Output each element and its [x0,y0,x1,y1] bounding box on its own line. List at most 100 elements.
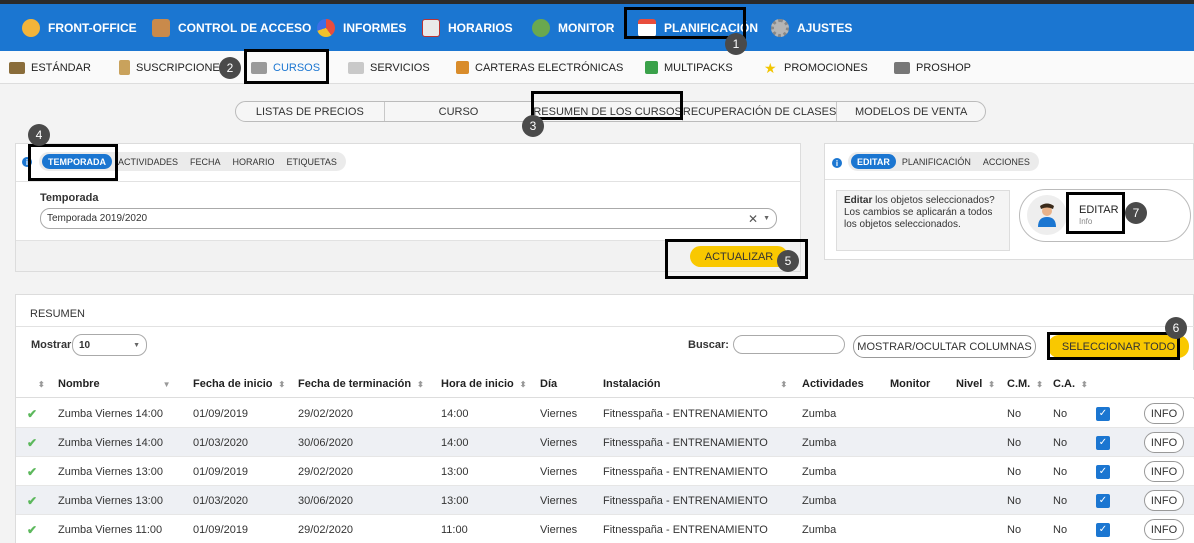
subnav-promociones[interactable]: ★ PROMOCIONES [764,51,868,84]
subnav-suscripciones[interactable]: SUSCRIPCIONES [119,51,227,84]
cell-actividad: Zumba [802,494,837,507]
annotation-badge-7: 7 [1125,202,1147,224]
tab-acciones[interactable]: ACCIONES [977,154,1036,169]
cell-nombre: Zumba Viernes 14:00 [58,436,163,449]
cell-ca: No [1053,407,1068,420]
subnav-multipacks[interactable]: MULTIPACKS [645,51,733,84]
cell-instalacion: Fitnesspaña - ENTRENAMIENTO [603,494,768,507]
info-button[interactable]: INFO [1144,461,1184,482]
info-button[interactable]: INFO [1144,490,1184,511]
tab-fecha[interactable]: FECHA [184,154,227,169]
search-input[interactable] [733,335,845,354]
courses-icon [251,61,267,74]
tab-listas-precios[interactable]: LISTAS DE PRECIOS [236,102,385,121]
row-checkbox[interactable]: ✓ [1096,522,1110,537]
info-button[interactable]: INFO [1144,403,1184,424]
col-fecha-terminacion[interactable]: Fecha de terminación ⬍ [298,370,424,398]
annotation-badge-4: 4 [28,124,50,146]
select-all-button[interactable]: SELECCIONAR TODO [1048,335,1189,358]
subnav-carteras[interactable]: CARTERAS ELECTRÓNICAS [456,51,623,84]
cell-actividad: Zumba [802,523,837,536]
tab-actividades[interactable]: ACTIVIDADES [112,154,184,169]
edit-card-title: EDITAR [1079,204,1119,216]
table-row[interactable]: ✔ Zumba Viernes 11:00 01/09/2019 29/02/2… [16,515,1194,543]
cell-fin: 30/06/2020 [298,494,354,507]
toggle-columns-button[interactable]: MOSTRAR/OCULTAR COLUMNAS [853,335,1036,358]
info-icon[interactable]: i [22,157,32,167]
table-row[interactable]: ✔ Zumba Viernes 14:00 01/03/2020 30/06/2… [16,428,1194,457]
tab-modelos-venta[interactable]: MODELOS DE VENTA [837,102,985,121]
view-tabs: LISTAS DE PRECIOS CURSO RESUMEN DE LOS C… [235,101,986,122]
row-checkbox[interactable]: ✓ [1096,464,1110,479]
multipack-icon [645,61,658,74]
star-icon: ★ [764,59,777,76]
cell-nombre: Zumba Viernes 13:00 [58,465,163,478]
cell-fin: 29/02/2020 [298,465,354,478]
tab-temporada[interactable]: TEMPORADA [42,154,112,169]
col-fecha-inicio[interactable]: Fecha de inicio ⬍ [193,370,285,398]
cell-cm: No [1007,465,1022,478]
info-button[interactable]: INFO [1144,519,1184,540]
chevron-down-icon: ▼ [763,215,770,222]
person-icon [1038,203,1056,227]
actualizar-button[interactable]: ACTUALIZAR [690,246,788,267]
nav-ajustes[interactable]: AJUSTES [771,4,852,51]
row-checkbox[interactable]: ✓ [1096,435,1110,450]
cell-fin: 30/06/2020 [298,436,354,449]
tab-horario[interactable]: HORARIO [227,154,281,169]
table-row[interactable]: ✔ Zumba Viernes 14:00 01/09/2019 29/02/2… [16,399,1194,428]
row-checkbox[interactable]: ✓ [1096,406,1110,421]
tab-planificacion[interactable]: PLANIFICACIÓN [896,154,977,169]
nav-horarios[interactable]: HORARIOS [422,4,513,51]
nav-monitor[interactable]: MONITOR [532,4,614,51]
col-instalacion[interactable]: Instalación ⬍ [603,370,787,398]
col-cm[interactable]: C.M. ⬍ [1007,370,1043,398]
annotation-badge-1: 1 [725,33,747,55]
row-checkbox[interactable]: ✓ [1096,493,1110,508]
nav-control-acceso[interactable]: CONTROL DE ACCESO [152,4,311,51]
subnav-servicios[interactable]: SERVICIOS [348,51,430,84]
tab-curso[interactable]: CURSO [385,102,534,121]
col-ca[interactable]: C.A. ⬍ [1053,370,1088,398]
table-header: ⬍ Nombre ▼ Fecha de inicio ⬍ Fecha de term… [16,370,1194,398]
tab-editar[interactable]: EDITAR [851,154,896,169]
sub-navigation: ESTÁNDAR SUSCRIPCIONES CURSOS SERVICIOS … [0,51,1194,84]
cell-actividad: Zumba [802,465,837,478]
temporada-select[interactable]: Temporada 2019/2020 ✕ ▼ [40,208,777,229]
clear-icon[interactable]: ✕ [748,212,758,226]
cell-hora: 13:00 [441,494,469,507]
table-row[interactable]: ✔ Zumba Viernes 13:00 01/03/2020 30/06/2… [16,486,1194,515]
tab-recuperacion[interactable]: RECUPERACIÓN DE CLASES [683,102,838,121]
divider [16,326,1194,327]
cell-cm: No [1007,407,1022,420]
cell-dia: Viernes [540,465,578,478]
col-monitor[interactable]: Monitor [890,370,930,398]
col-nombre[interactable]: Nombre ▼ [58,370,170,398]
wallet-icon [456,61,469,74]
cell-instalacion: Fitnesspaña - ENTRENAMIENTO [603,407,768,420]
mostrar-label: Mostrar [31,339,72,351]
subnav-cursos[interactable]: CURSOS [251,51,320,84]
col-nivel[interactable]: Nivel ⬍ [956,370,995,398]
tab-resumen-cursos[interactable]: RESUMEN DE LOS CURSOS [533,102,683,121]
table-row[interactable]: ✔ Zumba Viernes 13:00 01/09/2019 29/02/2… [16,457,1194,486]
sort-icon[interactable]: ⬍ [38,370,45,398]
clipboard-icon [119,60,130,75]
pie-chart-icon [317,18,335,37]
col-hora-inicio[interactable]: Hora de inicio ⬍ [441,370,526,398]
check-icon: ✔ [27,406,38,421]
col-dia[interactable]: Día [540,370,557,398]
col-actividades[interactable]: Actividades [802,370,864,398]
cell-cm: No [1007,436,1022,449]
subnav-estandar[interactable]: ESTÁNDAR [9,51,91,84]
nav-front-office[interactable]: FRONT-OFFICE [22,4,137,51]
tab-etiquetas[interactable]: ETIQUETAS [281,154,343,169]
info-button[interactable]: INFO [1144,432,1184,453]
info-icon[interactable]: i [832,158,842,168]
subnav-proshop[interactable]: PROSHOP [894,51,971,84]
nav-informes[interactable]: INFORMES [317,4,406,51]
filter-footer [16,240,800,271]
cell-dia: Viernes [540,494,578,507]
user-icon [22,18,40,37]
page-size-select[interactable]: 10 ▼ [72,334,147,356]
